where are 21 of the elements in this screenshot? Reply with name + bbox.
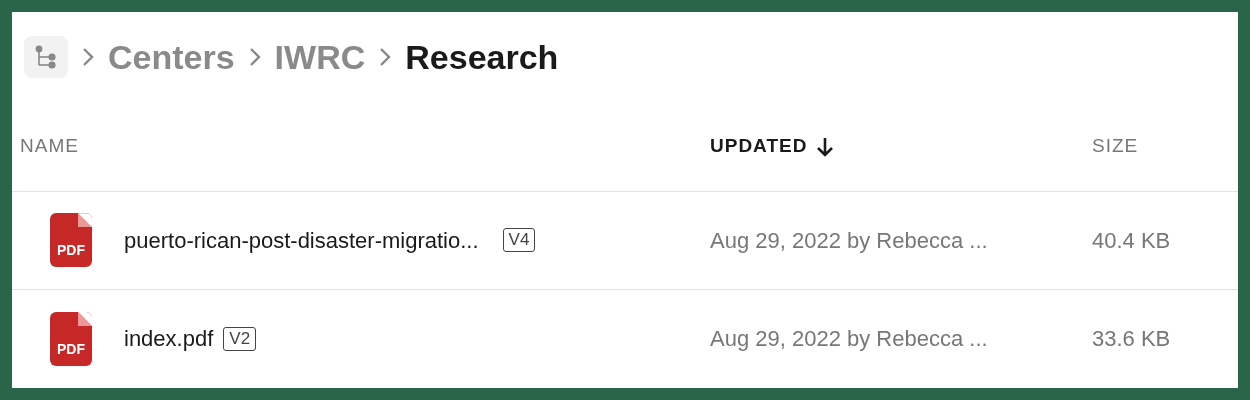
breadcrumb-item: Research: [405, 36, 559, 78]
column-header[interactable]: SIZE: [1092, 132, 1139, 161]
arrow-down-icon: [817, 136, 834, 157]
file-name[interactable]: puerto-rican-post-disaster-migratio...: [124, 223, 479, 257]
updated-text: Aug 29, 2022 by Rebecca ...: [710, 227, 988, 253]
column-header[interactable]: UPDATED: [710, 132, 834, 161]
hierarchy-icon[interactable]: [24, 36, 68, 79]
version-badge: V4: [502, 228, 536, 253]
chevron-right-icon: [248, 47, 261, 68]
pdf-file-icon: PDF: [50, 213, 92, 268]
chevron-right-icon: [379, 47, 392, 68]
file-size: 40.4 KB: [1092, 227, 1171, 253]
file-size: 33.6 KB: [1092, 326, 1171, 352]
file-name[interactable]: index.pdf: [124, 322, 214, 356]
pdf-file-icon: PDF: [50, 311, 92, 366]
updated-text: Aug 29, 2022 by Rebecca ...: [710, 326, 988, 352]
chevron-right-icon: [82, 47, 94, 68]
version-badge: V2: [223, 326, 257, 351]
breadcrumb-item[interactable]: IWRC: [274, 31, 366, 83]
breadcrumb-item[interactable]: Centers: [108, 31, 235, 83]
column-header[interactable]: NAME: [20, 132, 79, 161]
